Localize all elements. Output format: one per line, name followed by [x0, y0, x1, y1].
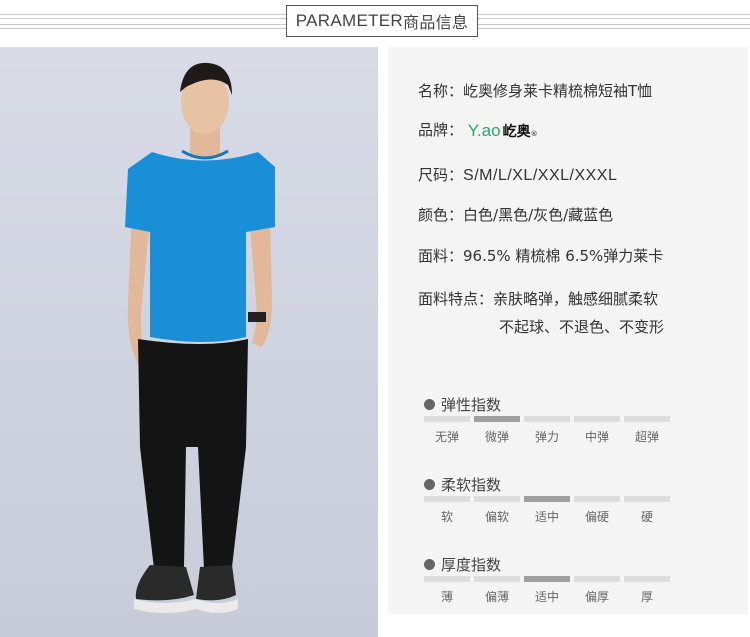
scale-label: 偏厚	[584, 590, 609, 604]
scale-label: 适中	[534, 510, 559, 524]
spec-fabric: 面料：96.5% 精梳棉 6.5%弹力莱卡	[418, 245, 663, 266]
spec-color: 颜色：白色/黑色/灰色/藏蓝色	[418, 204, 613, 225]
spec-color-value: 白色/黑色/灰色/藏蓝色	[463, 206, 614, 224]
scale-label: 超弹	[634, 430, 659, 444]
spec-size-value: S/M/L/XL/XXL/XXXL	[463, 167, 618, 184]
scale-cell-selected: 适中	[524, 496, 570, 525]
brand-logo-reg: ®	[530, 129, 538, 138]
bullet-icon	[424, 399, 435, 410]
scale-label: 偏硬	[584, 510, 609, 524]
scale-label: 弹力	[534, 430, 559, 444]
scale-bar	[574, 496, 620, 502]
scale-label: 硬	[640, 510, 653, 524]
scale-cell: 中弹	[574, 416, 620, 445]
spec-feature: 面料特点：亲肤略弹，触感细腻柔软	[418, 288, 658, 309]
scale-bar	[524, 416, 570, 422]
scale-bar	[524, 496, 570, 502]
scale-cell: 偏薄	[474, 576, 520, 605]
spec-name-value: 屹奥修身莱卡精梳棉短袖T恤	[463, 82, 653, 100]
scale-bar	[424, 416, 470, 422]
scale-bar	[624, 576, 670, 582]
elasticity-index-title: 弹性指数	[424, 394, 501, 415]
scale-cell: 偏软	[474, 496, 520, 525]
scale-bar	[524, 576, 570, 582]
scale-cell: 偏厚	[574, 576, 620, 605]
scale-cell: 软	[424, 496, 470, 525]
spec-fabric-label: 面料：	[418, 247, 464, 265]
header-title-cn: 商品信息	[403, 13, 469, 32]
scale-bar	[474, 576, 520, 582]
scale-bar	[424, 496, 470, 502]
scale-label: 偏薄	[484, 590, 509, 604]
scale-cell: 超弹	[624, 416, 670, 445]
scale-cell: 弹力	[524, 416, 570, 445]
scale-cell: 厚	[624, 576, 670, 605]
spec-name: 名称：屹奥修身莱卡精梳棉短袖T恤	[418, 80, 652, 101]
spec-size: 尺码：S/M/L/XL/XXL/XXXL	[418, 164, 617, 185]
scale-cell-selected: 适中	[524, 576, 570, 605]
index-title-text: 厚度指数	[441, 556, 502, 574]
product-spec-panel: 名称：屹奥修身莱卡精梳棉短袖T恤 品牌： Y.ao 屹奥 ® 尺码：S/M/L/XL…	[388, 47, 748, 614]
spec-name-label: 名称：	[418, 82, 464, 100]
scale-bar	[624, 416, 670, 422]
scale-label: 厚	[640, 590, 653, 604]
bullet-icon	[424, 479, 435, 490]
elasticity-scale: 无弹 微弹 弹力 中弹 超弹	[424, 416, 670, 445]
scale-label: 中弹	[584, 430, 609, 444]
scale-label: 微弹	[484, 430, 509, 444]
bullet-icon	[424, 559, 435, 570]
index-title-text: 弹性指数	[441, 396, 502, 414]
spec-feature-line1: 亲肤略弹，触感细腻柔软	[493, 290, 659, 308]
scale-bar	[574, 416, 620, 422]
model-illustration	[125, 62, 275, 613]
scale-cell: 无弹	[424, 416, 470, 445]
softness-index-title: 柔软指数	[424, 474, 501, 495]
scale-label: 偏软	[484, 510, 509, 524]
spec-size-label: 尺码：	[418, 166, 464, 184]
brand-logo-latin: Y.ao	[467, 120, 501, 140]
brand-logo: Y.ao 屹奥 ®	[468, 121, 538, 141]
product-model-photo	[0, 47, 378, 637]
scale-bar	[574, 576, 620, 582]
scale-cell: 硬	[624, 496, 670, 525]
scale-cell: 薄	[424, 576, 470, 605]
scale-label: 软	[440, 510, 453, 524]
scale-label: 薄	[440, 590, 453, 604]
spec-brand: 品牌： Y.ao 屹奥 ®	[418, 119, 538, 141]
spec-feature-label: 面料特点：	[418, 290, 494, 308]
scale-bar	[624, 496, 670, 502]
brand-logo-cn: 屹奥	[502, 123, 531, 140]
softness-scale: 软 偏软 适中 偏硬 硬	[424, 496, 670, 525]
thickness-scale: 薄 偏薄 适中 偏厚 厚	[424, 576, 670, 605]
spec-color-label: 颜色：	[418, 206, 464, 224]
spec-feature-line2: 不起球、不退色、不变形	[499, 318, 665, 336]
header-title-en: PARAMETER	[295, 11, 404, 30]
scale-label: 无弹	[434, 430, 459, 444]
index-title-text: 柔软指数	[441, 476, 502, 494]
scale-bar	[474, 496, 520, 502]
scale-bar	[474, 416, 520, 422]
scale-cell-selected: 微弹	[474, 416, 520, 445]
scale-label: 适中	[534, 590, 559, 604]
thickness-index-title: 厚度指数	[424, 554, 501, 575]
spec-brand-label: 品牌：	[418, 121, 464, 139]
section-header: PARAMETER 商品信息	[286, 5, 478, 37]
scale-bar	[424, 576, 470, 582]
spec-fabric-value: 96.5% 精梳棉 6.5%弹力莱卡	[463, 247, 664, 265]
scale-cell: 偏硬	[574, 496, 620, 525]
